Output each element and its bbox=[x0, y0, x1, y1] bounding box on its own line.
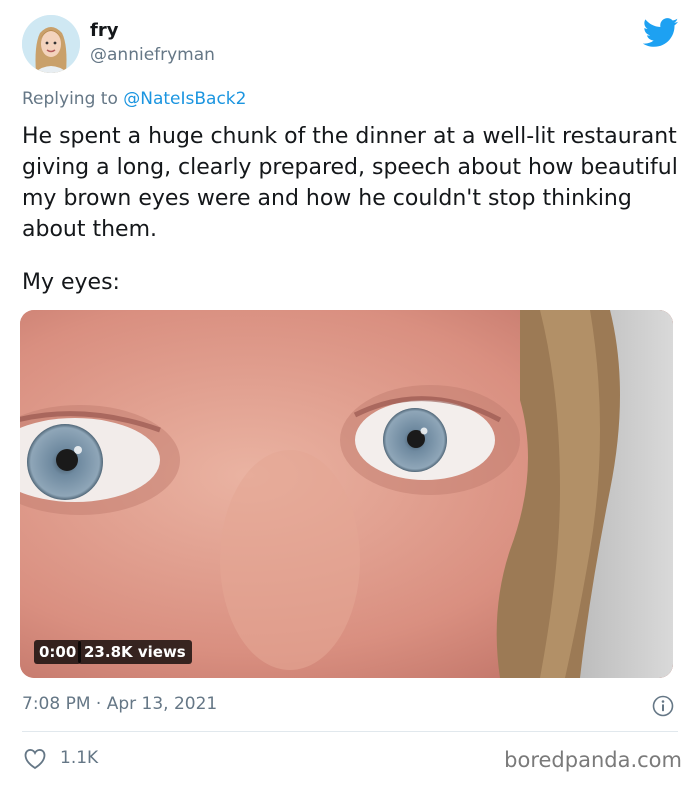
video-frame bbox=[20, 310, 673, 678]
video-views: 23.8K views bbox=[78, 640, 192, 664]
heart-icon[interactable] bbox=[23, 748, 47, 770]
video-player[interactable] bbox=[20, 310, 673, 678]
reply-mention-link[interactable]: @NateIsBack2 bbox=[123, 89, 246, 109]
author-handle[interactable]: @anniefryman bbox=[90, 45, 215, 65]
tweet-timestamp[interactable]: 7:08 PM · Apr 13, 2021 bbox=[22, 694, 217, 714]
divider bbox=[22, 731, 678, 732]
video-time: 0:00 bbox=[34, 640, 82, 664]
info-icon[interactable] bbox=[652, 695, 674, 717]
author-name[interactable]: fry bbox=[90, 20, 118, 41]
watermark: boredpanda.com bbox=[504, 748, 682, 772]
tweet-caption: My eyes: bbox=[22, 270, 120, 295]
reply-context: Replying to @NateIsBack2 bbox=[22, 89, 246, 109]
twitter-bird-icon bbox=[642, 18, 679, 48]
like-count: 1.1K bbox=[60, 748, 99, 768]
tweet-text: He spent a huge chunk of the dinner at a… bbox=[22, 124, 678, 242]
avatar[interactable] bbox=[22, 15, 80, 73]
reply-prefix: Replying to bbox=[22, 89, 124, 109]
